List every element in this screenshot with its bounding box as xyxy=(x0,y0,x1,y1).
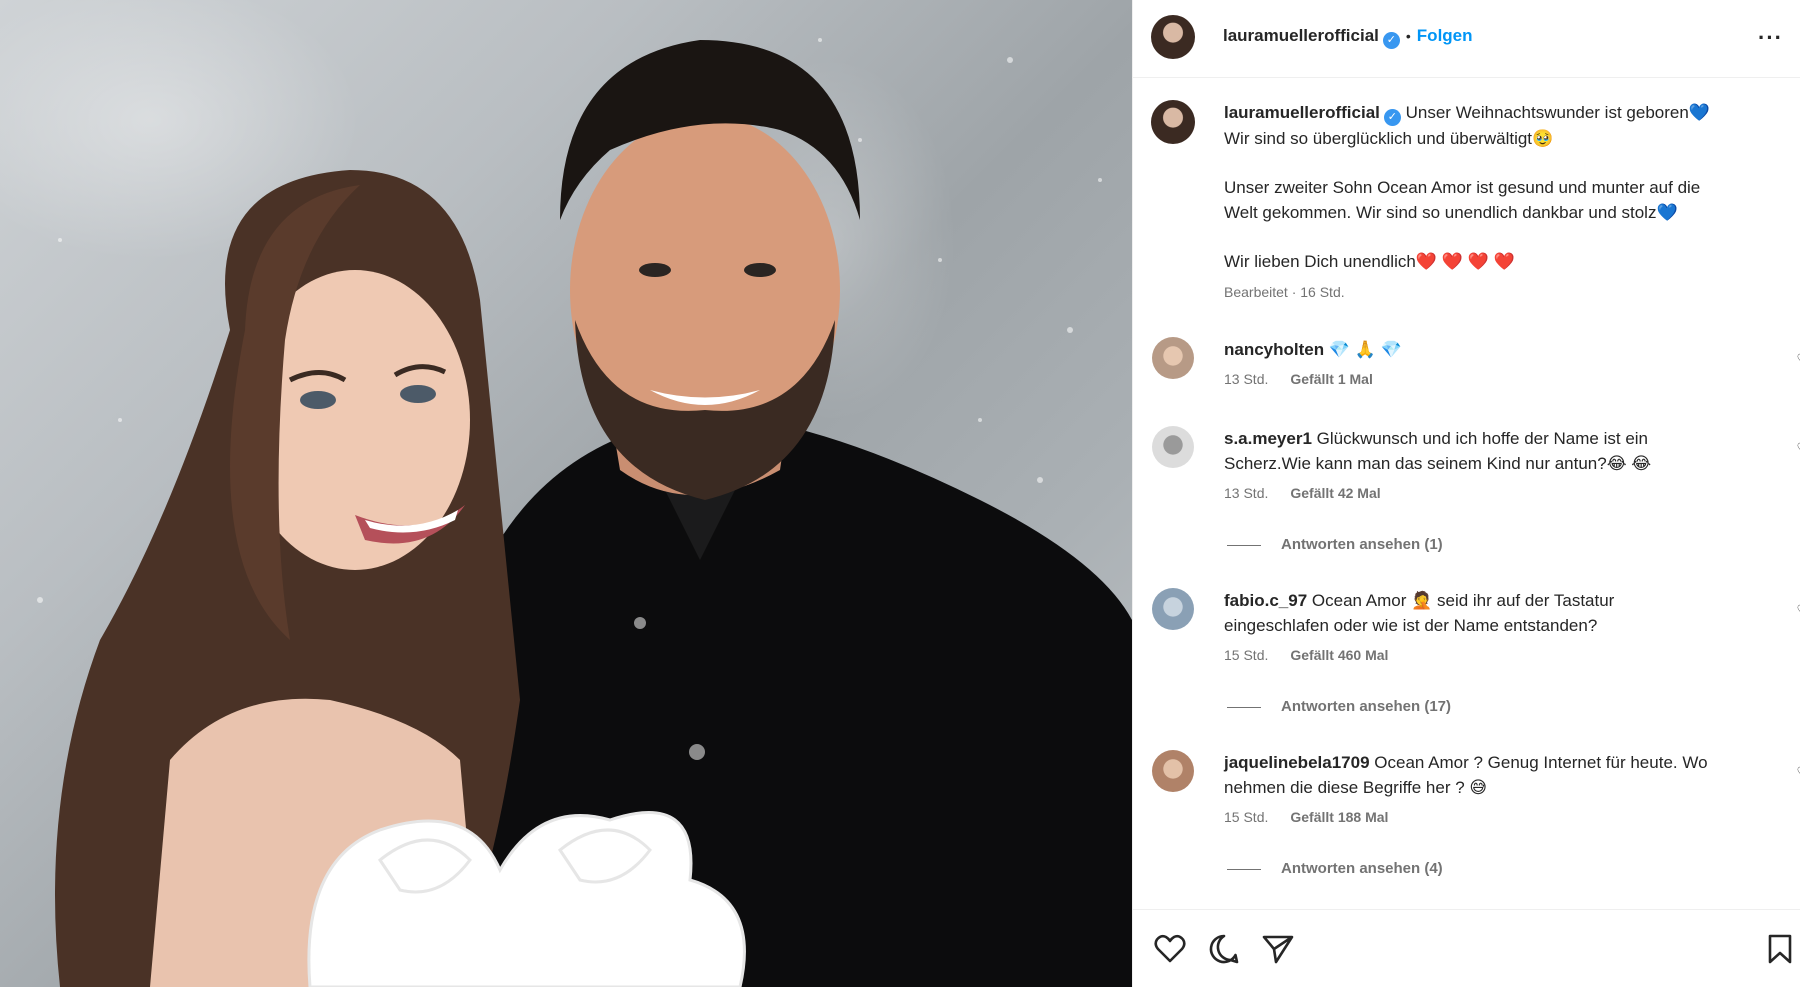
caption-text-1: Unser Weihnachtswunder ist geboren💙 xyxy=(1405,103,1710,122)
comment-meta: 13 Std. Gefällt 1 Mal xyxy=(1224,371,1769,387)
header-user-row: lauramuellerofficial ✓ • Folgen xyxy=(1223,26,1473,49)
comment-time: 13 Std. xyxy=(1224,485,1269,501)
view-replies-label: Antworten ansehen (4) xyxy=(1281,860,1443,877)
commenter-username[interactable]: nancyholten xyxy=(1224,340,1324,359)
commenter-username[interactable]: fabio.c_97 xyxy=(1224,591,1307,610)
comment-time: 15 Std. xyxy=(1224,647,1269,663)
photo-illustration xyxy=(37,38,1132,987)
caption-meta: Bearbeitet · 16 Std. xyxy=(1224,284,1345,300)
like-heart-icon[interactable] xyxy=(1153,932,1187,966)
comment-meta: 15 Std. Gefällt 460 Mal xyxy=(1224,647,1769,663)
view-replies-label: Antworten ansehen (17) xyxy=(1281,698,1452,715)
commenter-avatar[interactable] xyxy=(1152,750,1194,792)
like-comment-icon[interactable]: ♡ xyxy=(1796,351,1800,368)
caption-line-2: Wir sind so überglücklich und überwältig… xyxy=(1224,129,1554,148)
author-username[interactable]: lauramuellerofficial xyxy=(1223,26,1379,45)
commenter-avatar[interactable] xyxy=(1152,337,1194,379)
share-send-icon[interactable] xyxy=(1261,932,1295,966)
comment-text-line-1: s.a.meyer1 Glückwunsch und ich hoffe der… xyxy=(1224,426,1769,451)
caption-block: lauramuellerofficial ✓ Unser Weihnachtswu… xyxy=(1133,79,1800,300)
caption-username[interactable]: lauramuellerofficial xyxy=(1224,103,1380,122)
comment-meta: 13 Std. Gefällt 42 Mal xyxy=(1224,485,1769,501)
comment-body: fabio.c_97 Ocean Amor 🤦 seid ihr auf der… xyxy=(1224,588,1769,663)
follow-button[interactable]: Folgen xyxy=(1417,26,1473,45)
comment-text-line-1: fabio.c_97 Ocean Amor 🤦 seid ihr auf der… xyxy=(1224,588,1769,613)
author-avatar[interactable] xyxy=(1151,15,1195,59)
save-bookmark-icon[interactable] xyxy=(1763,932,1797,966)
commenter-avatar[interactable] xyxy=(1152,426,1194,468)
view-replies-label: Antworten ansehen (1) xyxy=(1281,536,1443,553)
commenter-username[interactable]: jaquelinebela1709 xyxy=(1224,753,1370,772)
comment-text-line-2: Scherz.Wie kann man das seinem Kind nur … xyxy=(1224,454,1652,473)
more-options-icon[interactable]: ··· xyxy=(1758,25,1783,51)
comment-item: fabio.c_97 Ocean Amor 🤦 seid ihr auf der… xyxy=(1133,586,1800,736)
comment-time: 13 Std. xyxy=(1224,371,1269,387)
replies-line xyxy=(1227,706,1261,708)
comment-text-line-2: nehmen die diese Begriffe her ? 😅 xyxy=(1224,778,1488,797)
comment-text: 💎 🙏 💎 xyxy=(1328,340,1402,359)
caption-avatar[interactable] xyxy=(1151,100,1195,144)
comment-item: nancyholten 💎 🙏 💎 13 Std. Gefällt 1 Mal ♡ xyxy=(1133,334,1800,404)
comment-likes[interactable]: Gefällt 42 Mal xyxy=(1290,485,1380,501)
comment-body: nancyholten 💎 🙏 💎 13 Std. Gefällt 1 Mal xyxy=(1224,337,1769,387)
like-comment-icon[interactable]: ♡ xyxy=(1796,440,1800,457)
replies-line xyxy=(1227,868,1261,870)
comment-likes[interactable]: Gefällt 188 Mal xyxy=(1290,809,1388,825)
like-comment-icon[interactable]: ♡ xyxy=(1796,764,1800,781)
comments-scroll-area[interactable]: lauramuellerofficial ✓ Unser Weihnachtswu… xyxy=(1133,79,1800,909)
comment-item: s.a.meyer1 Glückwunsch und ich hoffe der… xyxy=(1133,424,1800,574)
comment-item: jaquelinebela1709 Ocean Amor ? Genug Int… xyxy=(1133,748,1800,898)
comment-body: jaquelinebela1709 Ocean Amor ? Genug Int… xyxy=(1224,750,1769,825)
view-replies-button[interactable]: Antworten ansehen (4) xyxy=(1227,860,1443,877)
verified-icon: ✓ xyxy=(1383,109,1401,126)
caption-line-4: Welt gekommen. Wir sind so unendlich dan… xyxy=(1224,203,1678,222)
post-side-panel: lauramuellerofficial ✓ • Folgen ··· lauramu… xyxy=(1132,0,1800,987)
comment-text: Ocean Amor 🤦 seid ihr auf der Tastatur xyxy=(1311,591,1615,610)
comment-body: s.a.meyer1 Glückwunsch und ich hoffe der… xyxy=(1224,426,1769,501)
comment-text-line-2: eingeschlafen oder wie ist der Name ents… xyxy=(1224,616,1598,635)
verified-icon: ✓ xyxy=(1382,32,1400,49)
post-action-bar xyxy=(1133,909,1800,987)
commenter-username[interactable]: s.a.meyer1 xyxy=(1224,429,1312,448)
like-comment-icon[interactable]: ♡ xyxy=(1796,602,1800,619)
comment-text: Glückwunsch und ich hoffe der Name ist e… xyxy=(1316,429,1648,448)
caption-line-1: lauramuellerofficial ✓ Unser Weihnachtswu… xyxy=(1224,100,1784,126)
comment-likes[interactable]: Gefällt 460 Mal xyxy=(1290,647,1388,663)
comment-likes[interactable]: Gefällt 1 Mal xyxy=(1290,371,1372,387)
comment-text-line-1: nancyholten 💎 🙏 💎 xyxy=(1224,337,1769,362)
separator-dot: • xyxy=(1405,28,1411,44)
view-replies-button[interactable]: Antworten ansehen (17) xyxy=(1227,698,1451,715)
caption-line-5: Wir lieben Dich unendlich❤️ ❤️ ❤️ ❤️ xyxy=(1224,252,1515,271)
replies-line xyxy=(1227,544,1261,546)
post-header: lauramuellerofficial ✓ • Folgen ··· xyxy=(1133,0,1800,78)
comment-time: 15 Std. xyxy=(1224,809,1269,825)
comment-text: Ocean Amor ? Genug Internet für heute. W… xyxy=(1374,753,1708,772)
comment-bubble-icon[interactable] xyxy=(1207,932,1241,966)
view-replies-button[interactable]: Antworten ansehen (1) xyxy=(1227,536,1443,553)
comment-meta: 15 Std. Gefällt 188 Mal xyxy=(1224,809,1769,825)
comment-text-line-1: jaquelinebela1709 Ocean Amor ? Genug Int… xyxy=(1224,750,1769,775)
commenter-avatar[interactable] xyxy=(1152,588,1194,630)
caption-line-3: Unser zweiter Sohn Ocean Amor ist gesund… xyxy=(1224,178,1701,197)
caption-text-block: lauramuellerofficial ✓ Unser Weihnachtswu… xyxy=(1224,100,1784,300)
post-photo[interactable] xyxy=(0,0,1132,987)
